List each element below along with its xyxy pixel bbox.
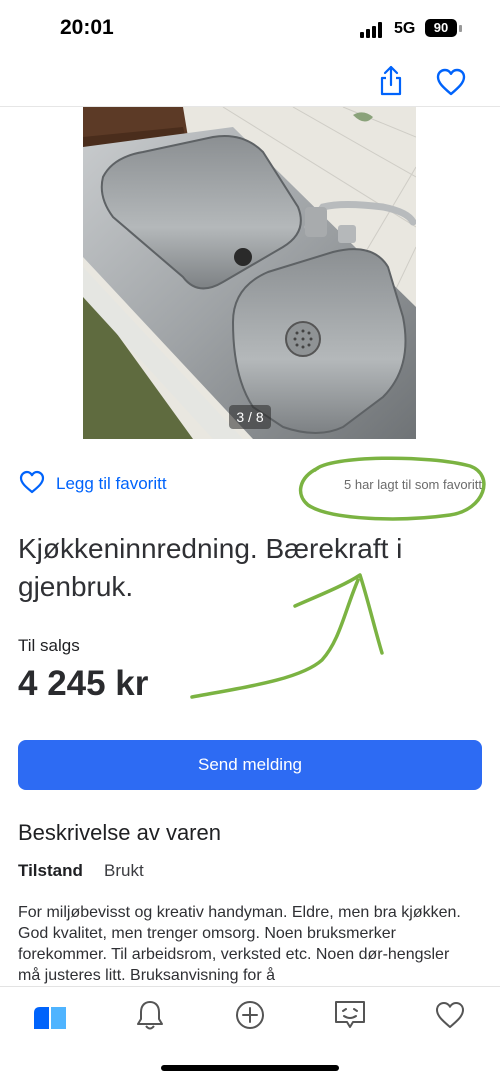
add-icon	[236, 1001, 264, 1029]
add-favorite-button[interactable]	[18, 469, 46, 495]
home-icon	[34, 1007, 66, 1029]
condition-value: Brukt	[104, 861, 144, 880]
battery-icon: 90	[425, 19, 457, 37]
favorite-row: Legg til favoritt 5 har lagt til som fav…	[18, 466, 488, 502]
status-bar: 20:01 5G 90	[0, 0, 500, 60]
add-favorite-label[interactable]: Legg til favoritt	[56, 474, 167, 494]
heart-icon	[436, 68, 466, 96]
photo-counter: 3 / 8	[229, 405, 271, 429]
signal-icon	[360, 22, 386, 38]
listing-photo[interactable]: 3 / 8	[83, 107, 416, 439]
condition-label: Tilstand	[18, 861, 83, 880]
listing-price: 4 245 kr	[18, 664, 149, 703]
messages-icon	[335, 1001, 365, 1028]
favorite-count: 5 har lagt til som favoritt	[344, 477, 482, 492]
heart-icon	[436, 1002, 464, 1028]
sale-type: Til salgs	[18, 636, 80, 655]
listing-title: Kjøkkeninnredning. Bærekraft i gjenbruk.	[18, 533, 403, 602]
nav-favorites[interactable]	[432, 999, 468, 1031]
send-message-button[interactable]: Send melding	[18, 740, 482, 790]
nav-new-listing[interactable]	[232, 999, 268, 1031]
share-icon	[380, 65, 402, 96]
nav-notifications[interactable]	[132, 999, 168, 1031]
sink-photo	[83, 107, 416, 439]
description-heading: Beskrivelse av varen	[18, 820, 221, 845]
bell-icon	[137, 1001, 163, 1030]
battery-tip	[459, 25, 462, 32]
network-type: 5G	[394, 20, 416, 37]
share-button[interactable]	[376, 64, 406, 98]
home-indicator	[161, 1065, 339, 1071]
nav-home[interactable]	[32, 999, 68, 1031]
heart-icon	[19, 470, 45, 494]
nav-messages[interactable]	[332, 999, 368, 1031]
top-action-bar	[0, 60, 500, 107]
description-text: For miljøbevisst og kreativ handyman. El…	[18, 904, 461, 984]
favorite-button-top[interactable]	[434, 66, 468, 98]
status-time: 20:01	[60, 16, 114, 39]
